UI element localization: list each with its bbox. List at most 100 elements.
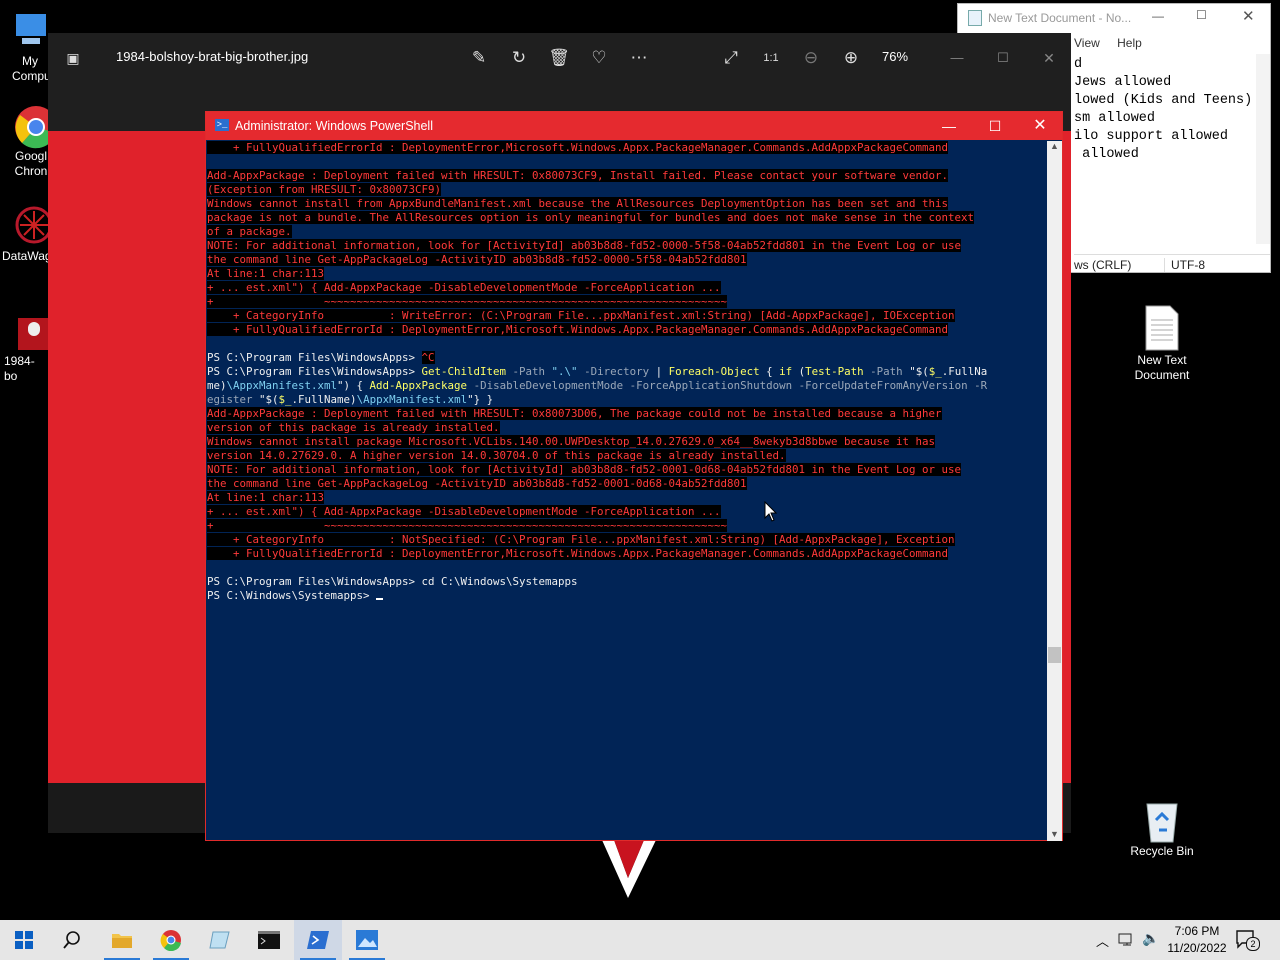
favorite-icon[interactable]: ♡ (588, 47, 610, 69)
command-token: Get-ChildItem (421, 365, 507, 378)
console-scrollbar[interactable]: ▲ ▼ (1047, 141, 1062, 841)
console-line: + CategoryInfo : WriteError: (C:\Program… (207, 309, 1047, 323)
command-token: ") { (337, 379, 370, 392)
network-icon[interactable] (1118, 933, 1136, 949)
error-text: + CategoryInfo : NotSpecified: (C:\Progr… (207, 533, 955, 546)
command-token: "$( (259, 393, 279, 406)
command-token: -Path (506, 365, 552, 378)
taskbar-photos[interactable] (343, 920, 391, 960)
error-text: At line:1 char:113 (207, 267, 325, 280)
edit-icon[interactable]: ✎ (468, 47, 490, 69)
notepad-statusbar: ws (CRLF) UTF-8 (1074, 254, 1270, 275)
actual-size-icon[interactable]: 1:1 (760, 47, 782, 69)
desktop-icon-datawag[interactable]: DataWag (0, 205, 48, 264)
taskbar-clock[interactable]: 7:06 PM 11/20/2022 (1164, 923, 1230, 957)
zoom-in-icon[interactable]: ⊕ (840, 47, 862, 69)
desktop-icon-1984[interactable]: 1984-bo (0, 318, 48, 384)
notepad-menu: View Help (1074, 36, 1156, 50)
error-text: (Exception from HRESULT: 0x80073CF9) (207, 183, 442, 196)
console-line: PS C:\Program Files\WindowsApps> ^C (207, 351, 1047, 365)
command-token: egister (207, 393, 260, 406)
console-output[interactable]: + FullyQualifiedErrorId : DeploymentErro… (207, 141, 1047, 841)
console-line: the command line Get-AppPackageLog -Acti… (207, 253, 1047, 267)
console-line: egister "$($_.FullName)\AppxManifest.xml… (207, 393, 1047, 407)
error-text: + FullyQualifiedErrorId : DeploymentErro… (207, 547, 949, 560)
start-button[interactable] (0, 920, 48, 960)
console-line: Add-AppxPackage : Deployment failed with… (207, 407, 1047, 421)
desktop-icon-label: New Text Document (1134, 353, 1190, 382)
console-line: + CategoryInfo : NotSpecified: (C:\Progr… (207, 533, 1047, 547)
command-token: me) (207, 379, 227, 392)
powershell-titlebar[interactable]: >_ Administrator: Windows PowerShell — ☐… (206, 112, 1062, 140)
notification-center-button[interactable]: 2 (1236, 929, 1260, 951)
error-text: NOTE: For additional information, look f… (207, 463, 962, 476)
console-line: + FullyQualifiedErrorId : DeploymentErro… (207, 141, 1047, 155)
close-button[interactable]: ✕ (1017, 112, 1063, 140)
taskbar-chrome[interactable] (147, 920, 195, 960)
command-token: .FullNa (941, 365, 988, 378)
scroll-down-icon[interactable]: ▼ (1050, 829, 1059, 839)
command-token: \AppxManifest.xml (356, 393, 468, 406)
maximize-button[interactable]: ☐ (972, 112, 1018, 140)
fullscreen-icon[interactable]: ⤢ (720, 47, 742, 69)
notepad-scrollbar[interactable] (1256, 54, 1270, 244)
volume-icon[interactable]: 🔈 (1142, 930, 1159, 947)
show-hidden-icons-icon[interactable]: ︿ (1096, 931, 1109, 950)
console-line: PS C:\Program Files\WindowsApps> cd C:\W… (207, 575, 578, 588)
powershell-window[interactable]: >_ Administrator: Windows PowerShell — ☐… (205, 111, 1063, 841)
command-token: { (759, 365, 780, 378)
rotate-icon[interactable]: ↻ (508, 47, 530, 69)
scroll-thumb[interactable] (1048, 647, 1061, 663)
scroll-up-icon[interactable]: ▲ (1050, 141, 1059, 151)
text-line: lowed (Kids and Teens) (1074, 93, 1253, 108)
maximize-button[interactable]: ☐ (1196, 8, 1207, 22)
desktop-icon-recycle-bin[interactable]: Recycle Bin (1122, 800, 1202, 859)
more-icon[interactable]: ⋯ (628, 47, 650, 69)
delete-icon[interactable]: 🗑 (548, 47, 570, 69)
notepad-titlebar[interactable]: New Text Document - No... — ☐ ✕ (958, 4, 1270, 32)
error-text: + FullyQualifiedErrorId : DeploymentErro… (207, 141, 949, 154)
notepad-text-area[interactable]: d Jews allowed lowed (Kids and Teens) sm al… (1074, 56, 1258, 234)
error-text: + ~~~~~~~~~~~~~~~~~~~~~~~~~~~~~~~~~~~~~~… (207, 295, 728, 308)
close-button[interactable]: ✕ (1242, 7, 1255, 25)
text-file-icon (1142, 305, 1182, 351)
prompt-text: PS C:\Windows\Systemapps> (207, 589, 377, 602)
minimize-button[interactable]: — (926, 112, 972, 140)
notification-badge: 2 (1246, 937, 1260, 951)
taskbar-notepad[interactable] (196, 920, 244, 960)
minimize-button[interactable]: — (1152, 9, 1164, 23)
console-line: At line:1 char:113 (207, 267, 1047, 281)
text-line: ilo support allowed (1074, 129, 1228, 144)
recycle-bin-icon (1142, 800, 1182, 843)
desktop-icon-chrome[interactable]: Googl Chron (0, 105, 48, 179)
taskbar-file-explorer[interactable] (98, 920, 146, 960)
console-line: At line:1 char:113 (207, 491, 1047, 505)
notepad-icon (968, 10, 982, 26)
command-token: Add-AppxPackage (369, 379, 468, 392)
search-button[interactable] (48, 920, 96, 960)
powershell-icon (307, 931, 329, 949)
console-line: version 14.0.27629.0. A higher version 1… (207, 449, 1047, 463)
desktop-icon-new-text-document[interactable]: New Text Document (1122, 305, 1202, 383)
windows-icon (15, 931, 33, 949)
minimize-button[interactable]: — (946, 47, 968, 69)
command-token: $_ (278, 393, 292, 406)
desktop-icon-label: Googl Chron (14, 149, 48, 178)
zoom-out-icon[interactable]: ⊖ (800, 47, 822, 69)
photos-titlebar[interactable]: ▣ 1984-bolshoy-brat-big-brother.jpg ✎ ↻ … (48, 33, 1071, 83)
taskbar-powershell[interactable] (294, 920, 342, 960)
desktop-icon-my-computer[interactable]: My Compu (0, 10, 48, 84)
menu-view[interactable]: View (1074, 36, 1100, 50)
zoom-level[interactable]: 76% (882, 49, 908, 64)
error-text: NOTE: For additional information, look f… (207, 239, 962, 252)
close-button[interactable]: ✕ (1038, 47, 1060, 69)
command-token: Foreach-Object (668, 365, 760, 378)
taskbar: ︿ 🔈 7:06 PM 11/20/2022 2 (0, 920, 1280, 960)
desktop-icon-label: 1984-bo (4, 354, 35, 383)
taskbar-cmd[interactable] (245, 920, 293, 960)
computer-icon (12, 10, 48, 50)
menu-help[interactable]: Help (1117, 36, 1142, 50)
mouse-cursor (764, 501, 778, 522)
maximize-button[interactable]: ☐ (992, 47, 1014, 69)
